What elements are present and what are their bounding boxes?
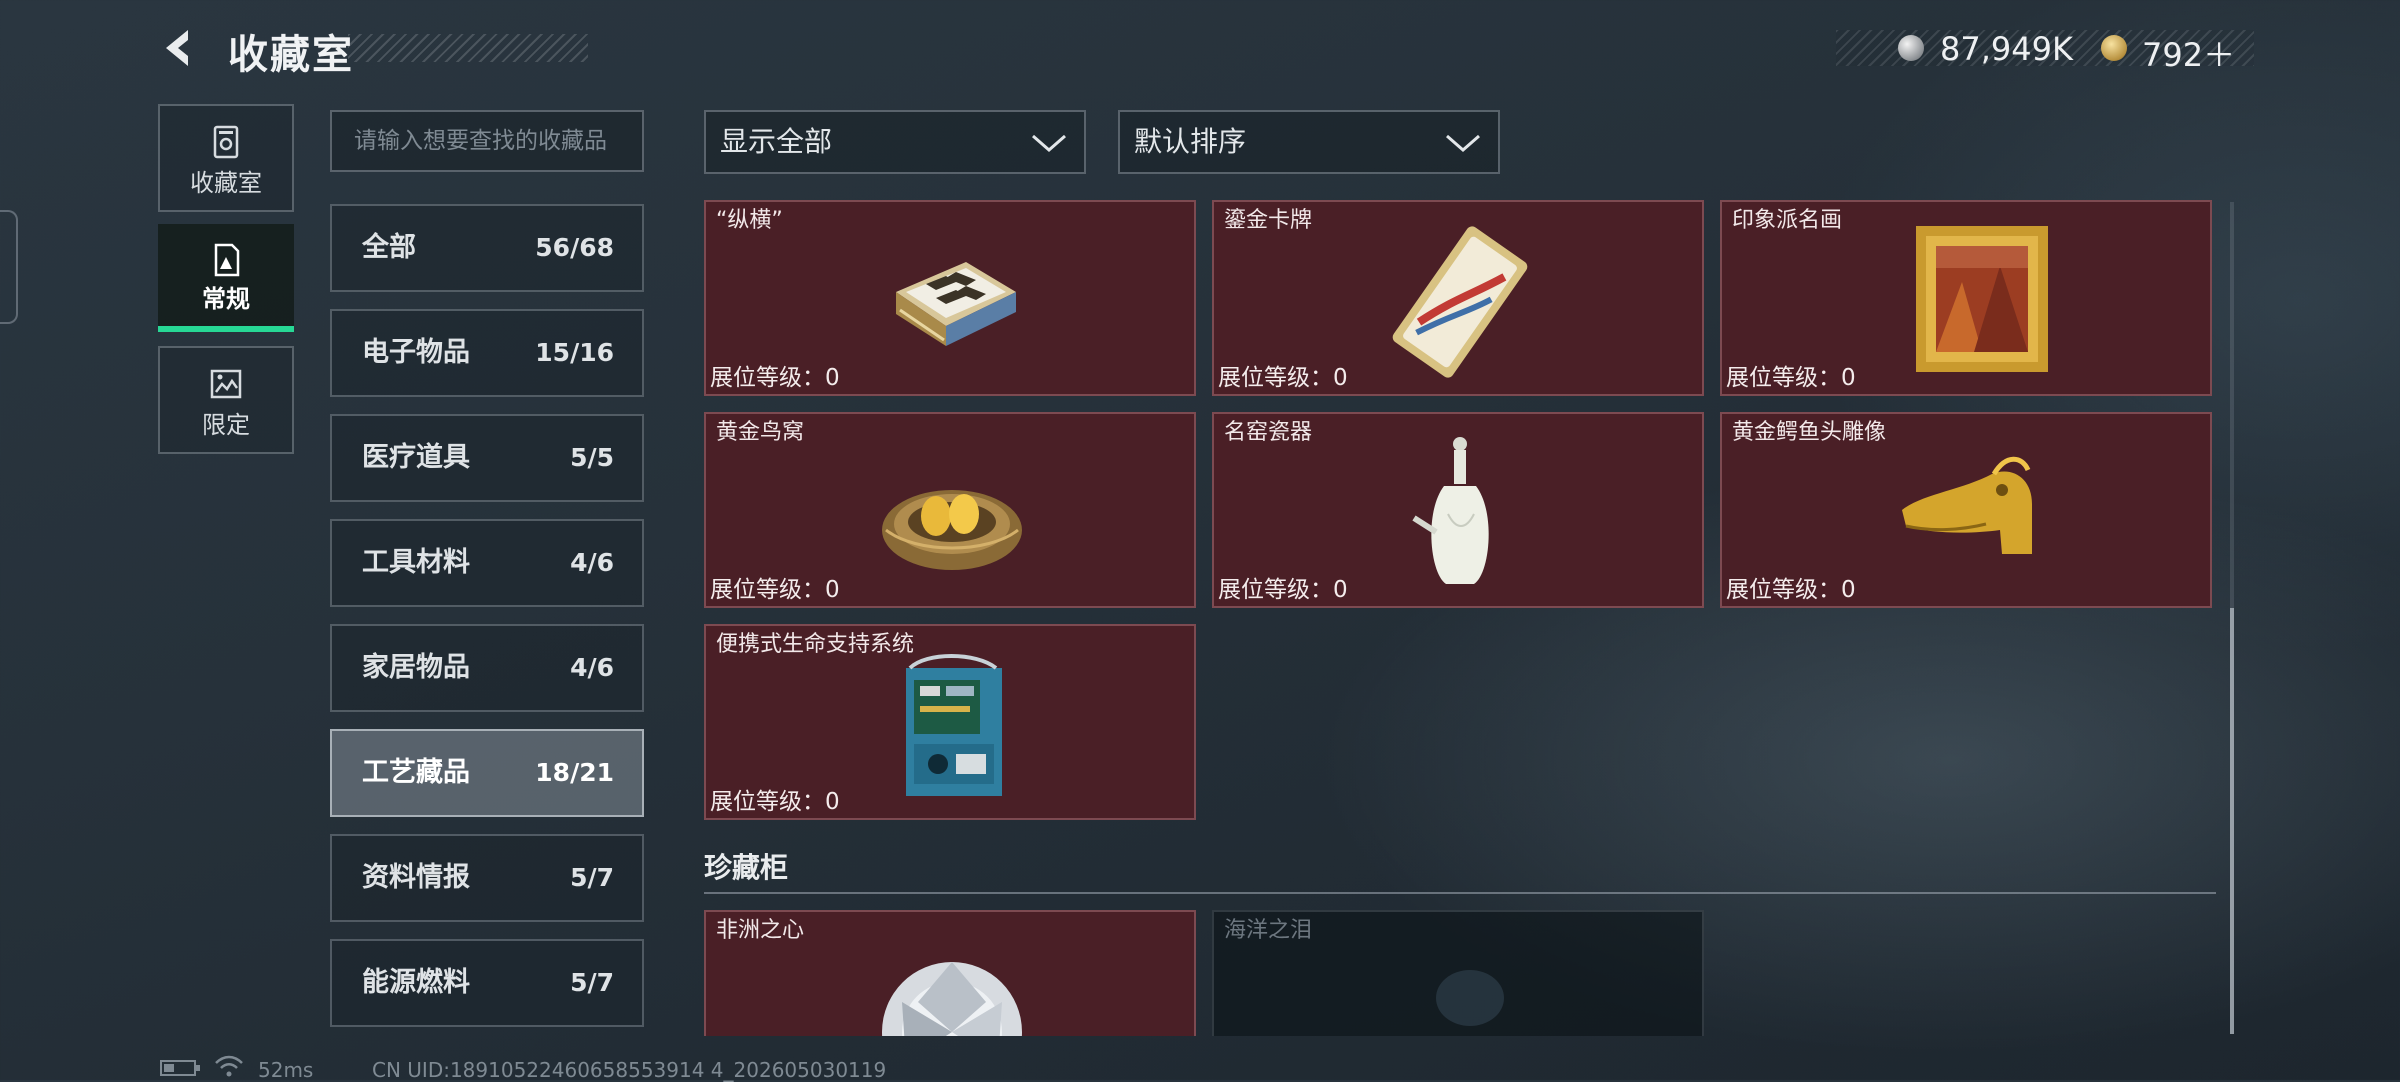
- ping-readout: 52ms: [258, 1058, 314, 1082]
- silver-coin-icon: [1898, 35, 1924, 61]
- nav-active-indicator: [158, 326, 294, 332]
- category-count: 15/16: [535, 338, 614, 367]
- collection-grid: “纵横” 展位等级：0 鎏金卡牌 展位等级：0 印象派名画 展位等级：0 黄金鸟…: [704, 200, 2224, 1036]
- chevron-down-icon: [1446, 134, 1480, 152]
- display-filter-dropdown[interactable]: 显示全部: [704, 110, 1086, 174]
- treasure-section-title: 珍藏柜: [704, 851, 789, 884]
- item-name: 海洋之泪: [1224, 918, 1313, 943]
- collection-item-card[interactable]: 非洲之心: [704, 910, 1196, 1036]
- title-decoration: [348, 34, 588, 62]
- category-count: 56/68: [535, 233, 614, 262]
- gilded-card-icon: [1392, 226, 1528, 378]
- nav-limited[interactable]: 限定: [158, 346, 294, 454]
- battery-icon: [160, 1060, 200, 1076]
- category-electronics[interactable]: 电子物品 15/16: [330, 309, 644, 397]
- sort-dropdown[interactable]: 默认排序: [1118, 110, 1500, 174]
- sort-label: 默认排序: [1134, 125, 1247, 158]
- booth-level: 展位等级：0: [710, 577, 840, 603]
- category-label: 全部: [362, 232, 416, 263]
- booth-level: 展位等级：0: [1726, 577, 1856, 603]
- category-label: 家居物品: [362, 652, 470, 683]
- booth-level: 展位等级：0: [1726, 365, 1856, 391]
- collection-item-card[interactable]: 印象派名画 展位等级：0: [1720, 200, 2212, 396]
- framed-painting-icon: [1916, 226, 2048, 372]
- cabinet-icon: [213, 125, 239, 159]
- porcelain-vase-icon: [1412, 437, 1489, 584]
- collection-item-card[interactable]: 黄金鸟窝 展位等级：0: [704, 412, 1196, 608]
- category-count: 5/5: [570, 443, 614, 472]
- category-label: 能源燃料: [362, 967, 470, 998]
- diamond-icon: [882, 962, 1022, 1036]
- booth-level: 展位等级：0: [710, 365, 840, 391]
- back-arrow-icon[interactable]: [158, 26, 202, 70]
- category-count: 4/6: [570, 653, 614, 682]
- chess-box-icon: [896, 262, 1016, 346]
- user-uid: CN UID:18910522460658553914 4_2026050301…: [372, 1058, 887, 1082]
- category-label: 工艺藏品: [362, 757, 470, 788]
- category-label: 电子物品: [362, 337, 470, 368]
- gold-crocodile-head-icon: [1902, 456, 2032, 554]
- gold-coin-icon: [2101, 35, 2127, 61]
- item-name: 非洲之心: [716, 918, 805, 943]
- collection-item-card[interactable]: 名窑瓷器 展位等级：0: [1212, 412, 1704, 608]
- chevron-down-icon: [1032, 134, 1066, 152]
- life-support-device-icon: [906, 654, 1002, 796]
- collection-item-card[interactable]: 便携式生命支持系统 展位等级：0: [704, 624, 1196, 820]
- nav-regular-label: 常规: [202, 285, 250, 313]
- nav-limited-label: 限定: [202, 411, 250, 439]
- booth-level: 展位等级：0: [710, 789, 840, 815]
- search-input[interactable]: 请输入想要查找的收藏品: [330, 110, 644, 172]
- category-intel[interactable]: 资料情报 5/7: [330, 834, 644, 922]
- item-name: 鎏金卡牌: [1224, 208, 1313, 233]
- collection-item-card[interactable]: 鎏金卡牌 展位等级：0: [1212, 200, 1704, 396]
- item-name: “纵横”: [716, 208, 783, 233]
- category-all[interactable]: 全部 56/68: [330, 204, 644, 292]
- category-count: 18/21: [535, 758, 614, 787]
- limited-collection-icon: [210, 369, 242, 399]
- nav-regular[interactable]: 常规: [158, 224, 294, 326]
- regular-collection-icon: [214, 243, 240, 277]
- wifi-icon: [215, 1055, 243, 1077]
- booth-level: 展位等级：0: [1218, 577, 1348, 603]
- item-name: 名窑瓷器: [1224, 420, 1313, 445]
- category-count: 5/7: [570, 968, 614, 997]
- category-fuel[interactable]: 能源燃料 5/7: [330, 939, 644, 1027]
- ocean-tear-icon: [1436, 970, 1504, 1026]
- page-title: 收藏室: [228, 32, 354, 78]
- category-household[interactable]: 家居物品 4/6: [330, 624, 644, 712]
- nav-cabinet[interactable]: 收藏室: [158, 104, 294, 212]
- category-medical[interactable]: 医疗道具 5/5: [330, 414, 644, 502]
- nav-cabinet-label: 收藏室: [190, 169, 262, 197]
- category-count: 5/7: [570, 863, 614, 892]
- collection-item-card-locked[interactable]: 海洋之泪: [1212, 910, 1704, 1036]
- item-name: 印象派名画: [1732, 208, 1843, 233]
- scrollbar-thumb[interactable]: [2230, 608, 2234, 1034]
- display-filter-label: 显示全部: [720, 125, 833, 158]
- category-crafts[interactable]: 工艺藏品 18/21: [330, 729, 644, 817]
- side-edge-tab[interactable]: [0, 210, 18, 324]
- category-label: 资料情报: [362, 862, 470, 893]
- item-name: 黄金鸟窝: [716, 420, 805, 445]
- golden-nest-icon: [882, 490, 1022, 570]
- section-divider: [704, 892, 2216, 894]
- category-label: 医疗道具: [362, 442, 470, 473]
- gold-currency-amount[interactable]: 792＋: [2142, 30, 2235, 76]
- booth-level: 展位等级：0: [1218, 365, 1348, 391]
- collection-item-card[interactable]: “纵横” 展位等级：0: [704, 200, 1196, 396]
- category-count: 4/6: [570, 548, 614, 577]
- collection-item-card[interactable]: 黄金鳄鱼头雕像 展位等级：0: [1720, 412, 2212, 608]
- silver-currency-amount: 87,949K: [1940, 30, 2073, 68]
- category-tools[interactable]: 工具材料 4/6: [330, 519, 644, 607]
- item-name: 黄金鳄鱼头雕像: [1732, 420, 1887, 445]
- category-label: 工具材料: [362, 547, 470, 578]
